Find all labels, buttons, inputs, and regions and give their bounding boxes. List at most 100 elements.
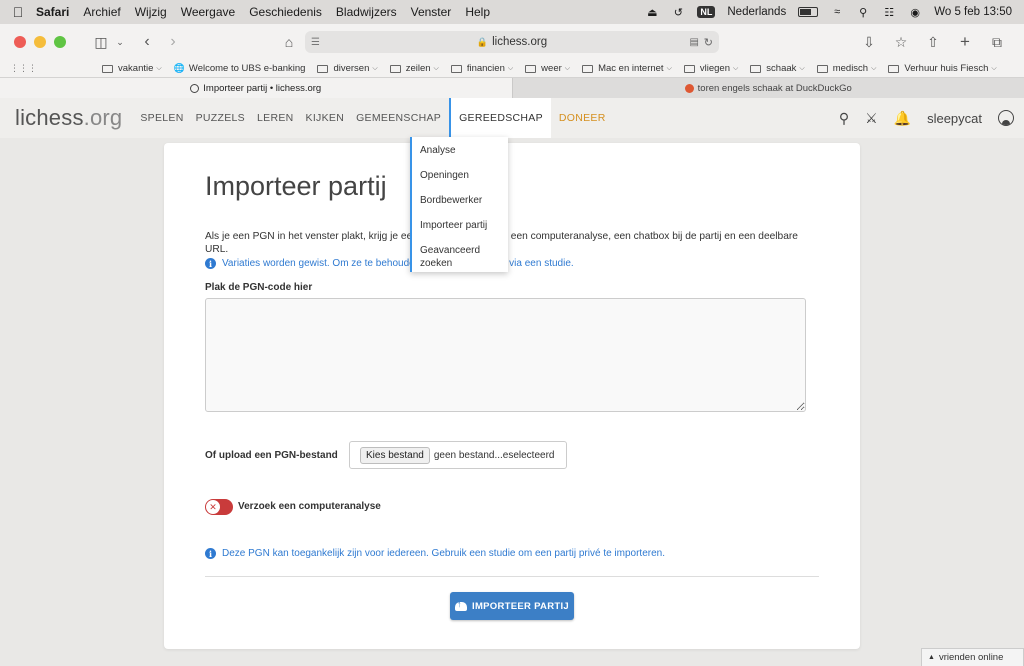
bookmark-folder-weer[interactable]: weer ⌵ <box>525 63 570 74</box>
bookmark-folder-schaak[interactable]: schaak ⌵ <box>750 63 805 74</box>
wifi-icon[interactable]: ≈ <box>830 6 844 18</box>
tab-bar: Importeer partij • lichess.org toren eng… <box>0 77 1024 98</box>
chevron-down-icon: ⌵ <box>156 64 162 72</box>
time-machine-icon[interactable]: ↺ <box>671 6 685 19</box>
menu-wijzig[interactable]: Wijzig <box>135 5 167 19</box>
pgn-textarea[interactable] <box>205 298 806 412</box>
pgn-label: Plak de PGN-code hier <box>205 282 313 293</box>
menubar-clock[interactable]: Wo 5 feb 13:50 <box>934 6 1012 18</box>
sidebar-toggle-icon[interactable]: ◫ <box>88 34 114 51</box>
nav-puzzels[interactable]: PUZZELS <box>196 112 245 124</box>
chevron-down-icon: ⌵ <box>564 64 571 72</box>
friends-online-box[interactable]: ▲ vrienden online <box>921 648 1024 666</box>
downloads-icon[interactable]: ⇩ <box>856 34 882 51</box>
bookmark-folder-fiesch[interactable]: Verhuur huis Fiesch ⌵ <box>888 63 997 74</box>
menu-item-importeer-partij[interactable]: Importeer partij <box>412 219 508 232</box>
apple-logo-icon[interactable]:  <box>0 4 36 20</box>
analysis-toggle-label[interactable]: Verzoek een computeranalyse <box>238 501 381 512</box>
nav-doneer[interactable]: DONEER <box>559 112 606 124</box>
intro-text: Als je een PGN in het venster plakt, kri… <box>205 231 798 255</box>
menu-bladwijzers[interactable]: Bladwijzers <box>336 5 397 19</box>
bookmark-folder-vliegen[interactable]: vliegen ⌵ <box>683 63 739 74</box>
menu-item-bordbewerker[interactable]: Bordbewerker <box>412 194 508 207</box>
variations-note: i Variaties worden gewist. Om ze te beho… <box>205 258 574 269</box>
site-logo[interactable]: lichess.org <box>15 105 122 131</box>
menu-safari[interactable]: Safari <box>36 5 69 19</box>
safari-toolbar: ◫ ⌄ ‹ › ⌂ ☰ 🔒 lichess.org ▤ ↻ ⇩ ☆ ⇧ + ⧉ <box>0 24 1024 60</box>
menu-venster[interactable]: Venster <box>411 5 452 19</box>
bookmark-label: vliegen <box>699 63 730 74</box>
macos-menubar:  Safari Archief Wijzig Weergave Geschie… <box>0 0 1024 24</box>
page-title: Importeer partij <box>205 171 387 201</box>
file-status: geen bestand...eselecteerd <box>433 449 555 461</box>
menu-help[interactable]: Help <box>465 5 490 19</box>
bookmark-folder-diversen[interactable]: diversen ⌵ <box>317 63 378 74</box>
favorites-star-icon[interactable]: ☆ <box>888 34 914 51</box>
translate-icon[interactable]: ▤ <box>690 37 699 48</box>
share-icon[interactable]: ⇧ <box>920 34 946 51</box>
menu-archief[interactable]: Archief <box>83 5 120 19</box>
cloud-upload-icon <box>455 599 467 611</box>
menu-item-openingen[interactable]: Openingen <box>412 169 508 182</box>
siri-icon[interactable]: ◉ <box>908 6 922 19</box>
challenges-swords-icon[interactable]: ⚔ <box>865 110 878 127</box>
username-link[interactable]: sleepycat <box>927 111 982 126</box>
import-game-button[interactable]: IMPORTEER PARTIJ <box>450 592 574 620</box>
folder-icon <box>102 64 113 73</box>
bookmark-folder-mac[interactable]: Mac en internet ⌵ <box>582 63 672 74</box>
control-center-icon[interactable]: ☷ <box>882 6 896 19</box>
tab-overview-icon[interactable]: ⧉ <box>984 34 1010 51</box>
chevron-down-icon: ⌵ <box>732 64 739 72</box>
new-tab-icon[interactable]: + <box>952 32 978 52</box>
tools-dropdown-menu: Analyse Openingen Bordbewerker Importeer… <box>410 137 508 272</box>
nav-spelen[interactable]: SPELEN <box>140 112 183 124</box>
search-icon[interactable]: ⚲ <box>839 110 849 127</box>
chevron-down-icon: ⌵ <box>991 64 997 72</box>
nav-gemeenschap[interactable]: GEMEENSCHAP <box>356 112 441 124</box>
bookmark-link-ubs[interactable]: 🌐 Welcome to UBS e-banking <box>174 63 306 74</box>
close-window-button[interactable] <box>14 36 26 48</box>
file-input[interactable]: Kies bestand geen bestand...eselecteerd <box>349 441 567 469</box>
menu-item-analyse[interactable]: Analyse <box>412 144 508 157</box>
nav-leren[interactable]: LEREN <box>257 112 294 124</box>
bookmark-folder-medisch[interactable]: medisch ⌵ <box>816 63 876 74</box>
sidebar-menu-chevron-icon[interactable]: ⌄ <box>114 37 126 48</box>
toolbar-right-actions: ⇩ ☆ ⇧ + ⧉ <box>856 24 1024 60</box>
battery-icon[interactable] <box>798 7 819 17</box>
nav-kijken[interactable]: KIJKEN <box>306 112 345 124</box>
lock-icon: 🔒 <box>476 36 489 47</box>
choose-file-button[interactable]: Kies bestand <box>360 446 430 464</box>
page-menu-icon[interactable]: ☰ <box>311 37 320 48</box>
reload-icon[interactable]: ↻ <box>704 36 713 49</box>
menu-weergave[interactable]: Weergave <box>181 5 235 19</box>
bookmark-folder-financien[interactable]: financien ⌵ <box>450 63 513 74</box>
folder-icon <box>750 64 762 73</box>
tab-importeer-partij[interactable]: Importeer partij • lichess.org <box>0 78 512 98</box>
home-icon[interactable]: ⌂ <box>276 34 302 50</box>
friends-online-label: vrienden online <box>938 652 1004 663</box>
analysis-toggle[interactable]: ✕ <box>205 499 233 515</box>
forward-icon[interactable]: › <box>160 33 186 51</box>
public-note-text[interactable]: Deze PGN kan toegankelijk zijn voor iede… <box>222 548 665 559</box>
bookmark-folder-zeilen[interactable]: zeilen ⌵ <box>389 63 439 74</box>
folder-icon <box>582 64 594 73</box>
eject-icon[interactable]: ⏏ <box>645 6 659 19</box>
user-avatar-icon[interactable] <box>998 110 1014 126</box>
notifications-bell-icon[interactable]: 🔔 <box>894 110 911 127</box>
spotlight-search-icon[interactable]: ⚲ <box>856 6 870 19</box>
variations-note-text[interactable]: Variaties worden gewist. Om ze te behoud… <box>222 258 574 269</box>
bookmark-label: Welcome to UBS e-banking <box>188 63 306 74</box>
bookmarks-grid-icon[interactable]: ⋮⋮⋮ <box>0 63 102 74</box>
input-language-label[interactable]: Nederlands <box>727 6 786 18</box>
address-bar[interactable]: ☰ 🔒 lichess.org ▤ ↻ <box>305 31 719 53</box>
back-icon[interactable]: ‹ <box>134 33 160 51</box>
zoom-window-button[interactable] <box>54 36 66 48</box>
window-controls <box>14 36 66 48</box>
minimize-window-button[interactable] <box>34 36 46 48</box>
menu-geschiedenis[interactable]: Geschiedenis <box>249 5 322 19</box>
input-language-badge[interactable]: NL <box>697 6 716 18</box>
nav-gereedschap[interactable]: GEREEDSCHAP <box>449 98 551 138</box>
bookmark-folder-vakantie[interactable]: vakantie ⌵ <box>102 63 162 74</box>
menu-item-geavanceerd-zoeken[interactable]: Geavanceerd zoeken <box>412 244 508 270</box>
tab-duckduckgo[interactable]: toren engels schaak at DuckDuckGo <box>511 78 1024 98</box>
